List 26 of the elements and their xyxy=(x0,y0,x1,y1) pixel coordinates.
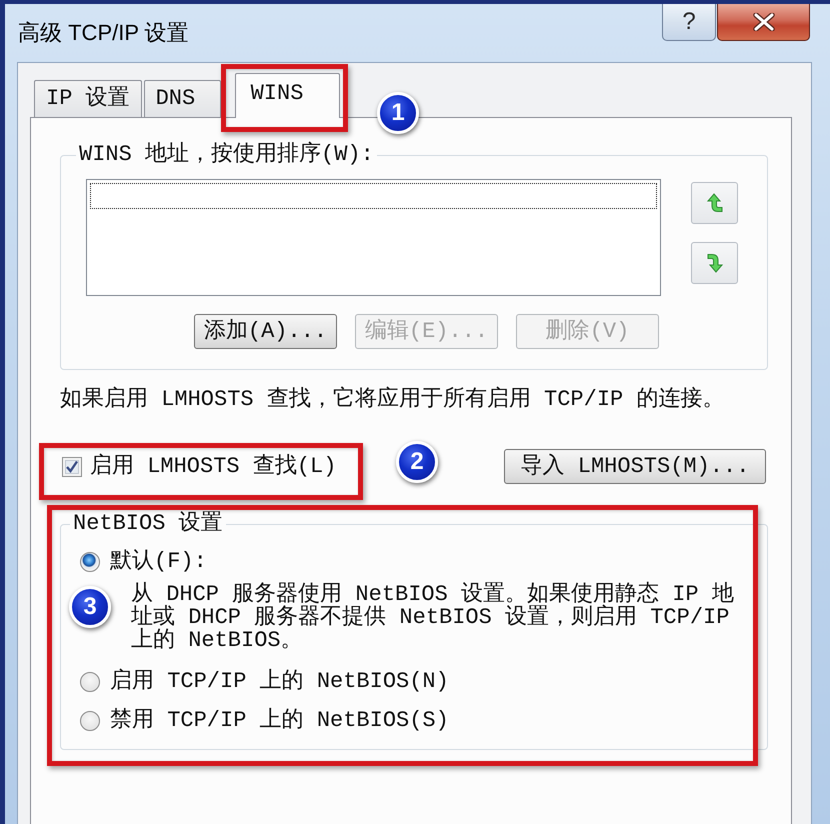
group-label: WINS 地址，按使用排序(W): xyxy=(78,142,375,168)
close-icon xyxy=(752,13,774,31)
window-title: 高级 TCP/IP 设置 xyxy=(18,20,189,46)
radio-label: 默认(F): xyxy=(110,549,207,575)
option-description: 从 DHCP 服务器使用 NetBIOS 设置。如果使用静态 IP 地址或 DHCP 服务器不提供 NetBIOS 设置，则启用 TCP/IP 上的 NetBIOS。 xyxy=(131,583,735,652)
help-button[interactable]: ? xyxy=(662,4,716,41)
radio-button[interactable] xyxy=(80,552,100,572)
address-list[interactable] xyxy=(86,179,661,296)
radio-button[interactable] xyxy=(80,672,100,692)
info-text: 如果启用 LMHOSTS 查找，它将应用于所有启用 TCP/IP 的连接。 xyxy=(60,387,726,413)
import-button[interactable]: 导入 LMHOSTS(M)... xyxy=(504,449,766,484)
add-button[interactable]: 添加(A)... xyxy=(194,314,337,349)
up-arrow-icon xyxy=(706,193,722,213)
group-label: NetBIOS 设置 xyxy=(72,511,224,537)
tab[interactable]: DNS xyxy=(144,80,221,117)
close-button[interactable] xyxy=(717,4,810,41)
checkbox[interactable] xyxy=(62,456,82,476)
radio-label: 启用 TCP/IP 上的 NetBIOS(N) xyxy=(110,669,449,695)
tab[interactable]: IP 设置 xyxy=(34,80,142,117)
checkbox-label: 启用 LMHOSTS 查找(L) xyxy=(90,454,336,480)
radio-label: 禁用 TCP/IP 上的 NetBIOS(S) xyxy=(110,708,449,734)
move-up-button[interactable] xyxy=(691,182,738,224)
move-down-button[interactable] xyxy=(691,242,738,284)
tab[interactable]: WINS xyxy=(234,73,340,118)
down-arrow-icon xyxy=(706,253,722,273)
radio-button[interactable] xyxy=(80,711,100,731)
